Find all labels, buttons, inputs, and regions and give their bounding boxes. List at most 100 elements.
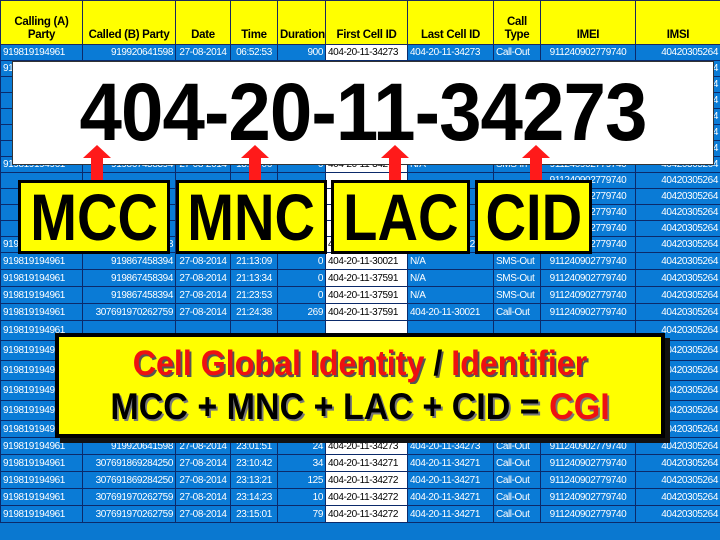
table-cell: 307691970262759 <box>82 505 176 523</box>
table-cell: 0 <box>277 286 326 304</box>
cell-id-callout: 404-20-11-34273 <box>12 61 714 165</box>
table-cell: 27-08-2014 <box>175 269 231 287</box>
table-cell: 919819194961 <box>0 437 83 455</box>
table-cell: 911240902779740 <box>540 252 636 270</box>
table-cell: 21:23:53 <box>230 286 278 304</box>
table-cell: N/A <box>407 252 494 270</box>
table-cell: 40420305264 <box>635 204 720 221</box>
table-cell: 23:15:01 <box>230 505 278 523</box>
column-header: IMEI <box>540 0 636 45</box>
table-cell: 27-08-2014 <box>175 437 231 455</box>
table-row: 919819194961 307691869284250 27-08-2014 23:… <box>0 471 720 489</box>
table-cell: N/A <box>407 286 494 304</box>
table-cell: 911240902779740 <box>540 505 636 523</box>
table-cell: 27-08-2014 <box>175 471 231 489</box>
table-cell: 0 <box>277 269 326 287</box>
column-header: Calling (A) Party <box>0 0 83 45</box>
label-lac: LAC <box>331 180 470 254</box>
table-cell: 404-20-11-30021 <box>325 252 408 270</box>
table-cell: 404-20-11-34273 <box>407 437 494 455</box>
label-cid-text: CID <box>485 180 582 254</box>
table-cell: 79 <box>277 505 326 523</box>
label-cid: CID <box>475 180 592 254</box>
table-row: 919819194961 307691869284250 27-08-2014 23:… <box>0 454 720 472</box>
table-cell: 40420305264 <box>635 44 720 61</box>
table-cell: 40420305264 <box>635 252 720 270</box>
table-cell: 27-08-2014 <box>175 286 231 304</box>
table-cell: 911240902779740 <box>540 488 636 506</box>
table-header-row: Calling (A) Party Called (B) Party Date Tim… <box>0 0 720 45</box>
table-cell: 21:13:09 <box>230 252 278 270</box>
table-cell: 911240902779740 <box>540 44 636 61</box>
label-mcc: MCC <box>18 180 170 254</box>
table-row: 919819194961 307691970262759 27-08-2014 23:… <box>0 505 720 523</box>
label-mnc-text: MNC <box>187 180 316 254</box>
table-cell: 404-20-11-34273 <box>325 44 408 61</box>
table-cell: 404-20-11-34271 <box>407 488 494 506</box>
table-cell: 307691869284250 <box>82 471 176 489</box>
table-cell: 919819194961 <box>0 252 83 270</box>
table-cell: 900 <box>277 44 326 61</box>
table-cell: 911240902779740 <box>540 303 636 321</box>
label-mnc: MNC <box>176 180 327 254</box>
table-cell: 919819194961 <box>0 488 83 506</box>
table-cell: 919819194961 <box>0 303 83 321</box>
table-cell: Call-Out <box>493 44 541 61</box>
label-mcc-text: MCC <box>30 180 158 254</box>
table-cell: 404-20-11-30021 <box>407 303 494 321</box>
table-cell: 404-20-11-34271 <box>407 505 494 523</box>
table-cell: 919819194961 <box>0 44 83 61</box>
table-cell: 27-08-2014 <box>175 252 231 270</box>
table-cell: 10 <box>277 488 326 506</box>
table-cell: 40420305264 <box>635 303 720 321</box>
cgi-formula: MCC + MNC + LAC + CID = CGI <box>83 385 637 429</box>
table-cell: 919920641598 <box>82 44 176 61</box>
cgi-definition-box: Cell Global Identity / Identifier MCC + … <box>55 333 665 438</box>
table-cell: 911240902779740 <box>540 471 636 489</box>
table-cell: 40420305264 <box>635 220 720 237</box>
table-cell: 0 <box>277 252 326 270</box>
table-cell: 307691869284250 <box>82 454 176 472</box>
table-cell: Call-Out <box>493 505 541 523</box>
table-row: 919819194961 919867458394 27-08-2014 21:23:… <box>0 286 720 304</box>
table-cell: 404-20-11-34272 <box>325 505 408 523</box>
cgi-title-part: Identifier <box>451 344 588 383</box>
column-header: Called (B) Party <box>82 0 176 45</box>
table-cell: 919867458394 <box>82 286 176 304</box>
table-cell: 34 <box>277 454 326 472</box>
table-cell: 911240902779740 <box>540 454 636 472</box>
table-cell: 404-20-11-37591 <box>325 286 408 304</box>
table-cell: 125 <box>277 471 326 489</box>
table-cell: 911240902779740 <box>540 286 636 304</box>
table-cell: 269 <box>277 303 326 321</box>
table-cell: 06:52:53 <box>230 44 278 61</box>
table-row: 919819194961 919867458394 27-08-2014 21:13:… <box>0 252 720 270</box>
table-cell: SMS-Out <box>493 286 541 304</box>
cell-id-large: 404-20-11-34273 <box>79 67 648 158</box>
table-cell: 21:13:34 <box>230 269 278 287</box>
table-cell: 911240902779740 <box>540 437 636 455</box>
table-cell: 919819194961 <box>0 269 83 287</box>
table-cell: 919819194961 <box>0 505 83 523</box>
table-cell: 23:13:21 <box>230 471 278 489</box>
table-cell: Call-Out <box>493 488 541 506</box>
table-cell: 27-08-2014 <box>175 488 231 506</box>
table-cell: 404-20-11-34271 <box>407 471 494 489</box>
table-cell: 27-08-2014 <box>175 44 231 61</box>
table-cell: 23:01:51 <box>230 437 278 455</box>
table-cell: 40420305264 <box>635 286 720 304</box>
table-cell: 307691970262759 <box>82 488 176 506</box>
column-header: Call Type <box>493 0 541 45</box>
table-cell: 404-20-11-34273 <box>407 44 494 61</box>
table-cell: 23:14:23 <box>230 488 278 506</box>
table-cell: 404-20-11-37591 <box>325 269 408 287</box>
table-cell: 21:24:38 <box>230 303 278 321</box>
table-cell: 40420305264 <box>635 269 720 287</box>
cgi-title-slash: / <box>433 344 443 383</box>
table-row: 919819194961 919867458394 27-08-2014 21:13:… <box>0 269 720 287</box>
table-cell: 24 <box>277 437 326 455</box>
cgi-formula-result: CGI <box>549 386 610 427</box>
column-header: First Cell ID <box>325 0 408 45</box>
table-cell: 919819194961 <box>0 286 83 304</box>
table-cell: 919867458394 <box>82 252 176 270</box>
